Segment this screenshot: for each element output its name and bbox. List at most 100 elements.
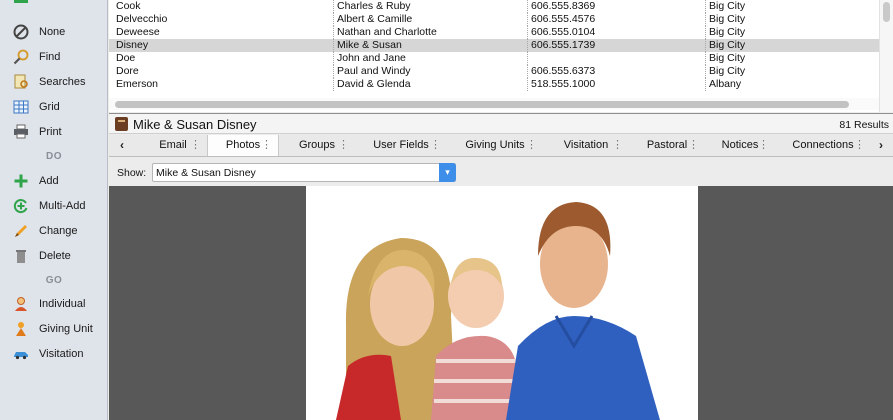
cell-first-names: John and Jane bbox=[333, 52, 527, 65]
cell-first-names: Mike & Susan bbox=[333, 39, 527, 52]
cell-phone bbox=[527, 52, 705, 65]
tab-separator: ⋮ bbox=[338, 139, 349, 151]
sidebar: None Find Searches Grid Print DO Add Mul… bbox=[0, 0, 108, 420]
sidebar-item-label: Delete bbox=[39, 250, 71, 262]
cell-last-name: Emerson bbox=[116, 78, 159, 90]
grid-icon bbox=[12, 98, 30, 116]
tab-photos[interactable]: Photos ⋮ bbox=[207, 135, 279, 156]
tab-bar: ‹ Email ⋮ Photos ⋮ Groups ⋮ User Fields ⋮ Gi… bbox=[109, 135, 893, 157]
sidebar-item-label: Change bbox=[39, 225, 78, 237]
tab-label: Notices bbox=[721, 139, 759, 151]
cell-city: Big City bbox=[705, 52, 875, 65]
table-row[interactable]: Delvecchio Albert & Camille 606.555.4576 Bi… bbox=[109, 13, 879, 26]
sidebar-item-grid[interactable]: Grid bbox=[12, 96, 104, 118]
record-title-bar: Mike & Susan Disney 81 Results bbox=[109, 113, 893, 134]
sidebar-item-all[interactable] bbox=[12, 0, 104, 12]
sidebar-item-label: Giving Unit bbox=[39, 323, 93, 335]
sidebar-item-add[interactable]: Add bbox=[12, 170, 104, 192]
tab-groups[interactable]: Groups ⋮ bbox=[279, 135, 355, 156]
table-row[interactable]: Emerson David & Glenda 518.555.1000 Albany bbox=[109, 78, 879, 91]
delete-icon bbox=[12, 247, 30, 265]
scrollbar-thumb[interactable] bbox=[883, 2, 890, 22]
show-select-value: Mike & Susan Disney bbox=[156, 167, 256, 179]
cell-phone: 606.555.0104 bbox=[527, 26, 705, 39]
tab-separator: ⋮ bbox=[430, 139, 441, 151]
tab-separator: ⋮ bbox=[261, 139, 272, 151]
tab-visitation[interactable]: Visitation ⋮ bbox=[543, 135, 629, 156]
sidebar-item-searches[interactable]: Searches bbox=[12, 71, 104, 93]
tab-separator: ⋮ bbox=[526, 139, 537, 151]
vertical-scrollbar[interactable] bbox=[879, 0, 893, 112]
tab-connections[interactable]: Connections ⋮ bbox=[775, 135, 871, 156]
chevron-down-icon[interactable]: ▾ bbox=[439, 163, 456, 182]
show-select[interactable]: Mike & Susan Disney ▾ bbox=[152, 163, 456, 182]
print-icon bbox=[12, 123, 30, 141]
multi-add-icon bbox=[12, 197, 30, 215]
cell-first-names: Nathan and Charlotte bbox=[333, 26, 527, 39]
tab-label: Pastoral bbox=[646, 139, 688, 151]
tab-pastoral[interactable]: Pastoral ⋮ bbox=[629, 135, 705, 156]
giving-unit-icon bbox=[12, 320, 30, 338]
cell-last-name: Disney bbox=[116, 39, 149, 51]
tab-label: Email bbox=[159, 139, 187, 151]
sidebar-item-label: Multi-Add bbox=[39, 200, 86, 212]
table-row[interactable]: Disney Mike & Susan 606.555.1739 Big City bbox=[109, 39, 879, 52]
family-photo bbox=[306, 186, 698, 420]
none-icon bbox=[12, 23, 30, 41]
tab-giving-units[interactable]: Giving Units ⋮ bbox=[447, 135, 543, 156]
tab-label: Visitation bbox=[563, 139, 609, 151]
add-icon bbox=[12, 172, 30, 190]
cell-last-name: Delvecchio bbox=[116, 13, 168, 25]
cell-city: Albany bbox=[705, 78, 875, 91]
cell-city: Big City bbox=[705, 0, 875, 13]
tab-separator: ⋮ bbox=[612, 139, 623, 151]
tab-email[interactable]: Email ⋮ bbox=[139, 135, 207, 156]
scrollbar-thumb[interactable] bbox=[115, 101, 849, 108]
cell-last-name: Dore bbox=[116, 65, 139, 77]
sidebar-item-label: Find bbox=[39, 51, 61, 63]
tab-label: Giving Units bbox=[465, 139, 525, 151]
table-row[interactable]: Deweese Nathan and Charlotte 606.555.0104 B… bbox=[109, 26, 879, 39]
sidebar-item-label: Add bbox=[39, 175, 59, 187]
cell-phone: 606.555.6373 bbox=[527, 65, 705, 78]
sidebar-item-label: Individual bbox=[39, 298, 86, 310]
cell-city: Big City bbox=[705, 65, 875, 78]
individual-icon bbox=[12, 295, 30, 313]
sidebar-item-individual[interactable]: Individual bbox=[12, 293, 104, 315]
show-row: Show: Mike & Susan Disney ▾ bbox=[109, 158, 893, 186]
sidebar-item-none[interactable]: None bbox=[12, 21, 104, 43]
table-row[interactable]: Doe John and Jane Big City bbox=[109, 52, 879, 65]
photo-viewer bbox=[109, 186, 893, 420]
sidebar-item-print[interactable]: Print bbox=[12, 121, 104, 143]
tab-label: User Fields bbox=[373, 139, 429, 151]
tab-user-fields[interactable]: User Fields ⋮ bbox=[355, 135, 447, 156]
horizontal-scrollbar[interactable] bbox=[109, 98, 879, 110]
sidebar-item-label: Visitation bbox=[39, 348, 84, 360]
cell-first-names: Paul and Windy bbox=[333, 65, 527, 78]
sidebar-item-change[interactable]: Change bbox=[12, 220, 104, 242]
tab-prev-arrow[interactable]: ‹ bbox=[112, 135, 132, 156]
tab-label: Photos bbox=[225, 139, 261, 151]
tab-separator: ⋮ bbox=[190, 139, 201, 151]
visitation-icon bbox=[12, 345, 30, 363]
table-row[interactable]: Cook Charles & Ruby 606.555.8369 Big City bbox=[109, 0, 879, 13]
sidebar-item-multi-add[interactable]: Multi-Add bbox=[12, 195, 104, 217]
sidebar-item-label: None bbox=[39, 26, 66, 38]
cell-phone: 606.555.8369 bbox=[527, 0, 705, 13]
cell-last-name: Cook bbox=[116, 0, 141, 12]
cell-first-names: Albert & Camille bbox=[333, 13, 527, 26]
tab-separator: ⋮ bbox=[688, 139, 699, 151]
table-row[interactable]: Dore Paul and Windy 606.555.6373 Big City bbox=[109, 65, 879, 78]
tab-separator: ⋮ bbox=[854, 139, 865, 151]
tab-next-arrow[interactable]: › bbox=[871, 135, 891, 156]
cell-last-name: Doe bbox=[116, 52, 136, 64]
sidebar-item-visitation[interactable]: Visitation bbox=[12, 343, 104, 365]
cell-last-name: Deweese bbox=[116, 26, 160, 38]
sidebar-item-find[interactable]: Find bbox=[12, 46, 104, 68]
sidebar-item-delete[interactable]: Delete bbox=[12, 245, 104, 267]
tab-notices[interactable]: Notices ⋮ bbox=[705, 135, 775, 156]
sidebar-item-giving-unit[interactable]: Giving Unit bbox=[12, 318, 104, 340]
record-title: Mike & Susan Disney bbox=[133, 117, 257, 132]
cell-city: Big City bbox=[705, 26, 875, 39]
change-icon bbox=[12, 222, 30, 240]
